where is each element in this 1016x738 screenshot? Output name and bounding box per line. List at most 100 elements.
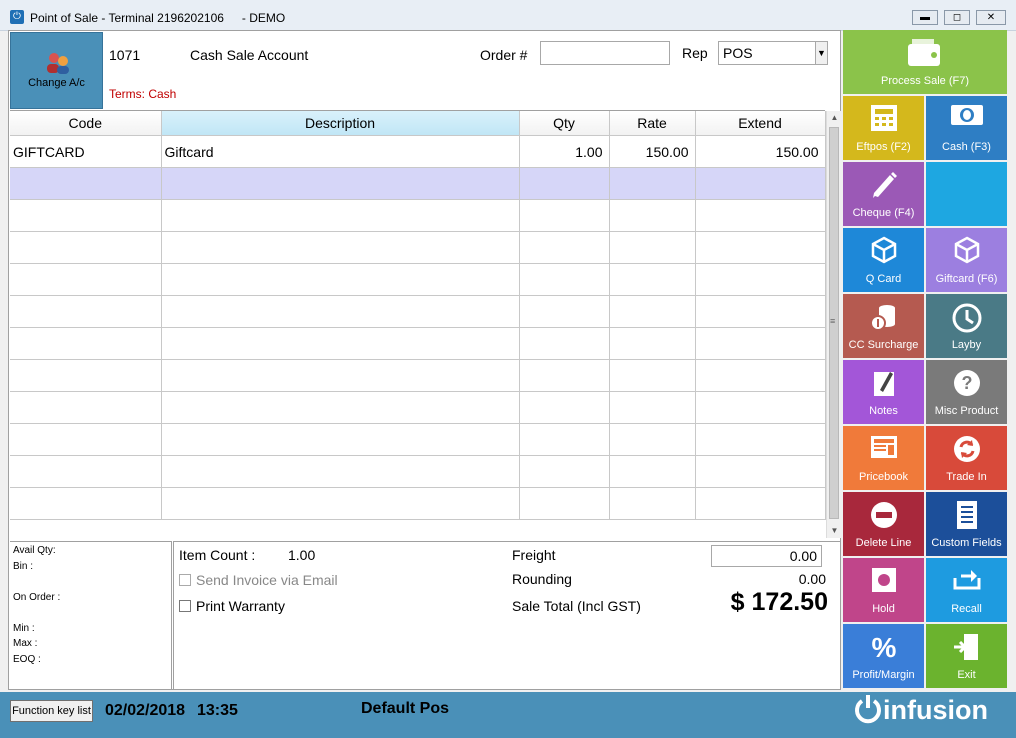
rep-select[interactable]: POS ▼ (718, 41, 828, 65)
cell[interactable] (10, 263, 162, 296)
cell[interactable] (609, 359, 696, 392)
table-row[interactable] (10, 199, 826, 232)
cell[interactable] (695, 423, 826, 456)
cell[interactable] (519, 359, 610, 392)
chevron-down-icon[interactable]: ▼ (815, 42, 827, 64)
cell-rate[interactable] (609, 167, 696, 200)
custom-fields-button[interactable]: Custom Fields (926, 492, 1007, 556)
cash-button[interactable]: Cash (F3) (926, 96, 1007, 160)
pricebook-button[interactable]: Pricebook (843, 426, 924, 490)
cell[interactable] (161, 295, 520, 328)
cell[interactable] (609, 199, 696, 232)
cell-rate[interactable]: 150.00 (609, 135, 696, 168)
cell[interactable] (161, 199, 520, 232)
profit-margin-button[interactable]: % Profit/Margin (843, 624, 924, 688)
cell[interactable] (10, 359, 162, 392)
recall-button[interactable]: Recall (926, 558, 1007, 622)
function-key-list-button[interactable]: Function key list (10, 700, 93, 722)
table-row[interactable] (10, 231, 826, 264)
cheque-button[interactable]: Cheque (F4) (843, 162, 924, 226)
cell[interactable] (10, 231, 162, 264)
delete-line-button[interactable]: Delete Line (843, 492, 924, 556)
blank-button[interactable] (926, 162, 1007, 226)
table-row[interactable] (10, 487, 826, 520)
cell[interactable] (10, 327, 162, 360)
column-header-rate[interactable]: Rate (609, 111, 696, 136)
column-header-description[interactable]: Description (161, 111, 520, 136)
cell-description[interactable]: Giftcard (161, 135, 520, 168)
cell[interactable] (609, 327, 696, 360)
cell[interactable] (695, 231, 826, 264)
print-warranty-checkbox[interactable]: Print Warranty (179, 598, 285, 614)
cell[interactable] (161, 487, 520, 520)
minimize-button[interactable]: ▬ (912, 10, 938, 25)
cell[interactable] (519, 423, 610, 456)
table-row[interactable] (10, 391, 826, 424)
cell[interactable] (161, 359, 520, 392)
cell[interactable] (519, 231, 610, 264)
cell[interactable] (161, 327, 520, 360)
table-row[interactable] (10, 263, 826, 296)
eftpos-button[interactable]: Eftpos (F2) (843, 96, 924, 160)
cell[interactable] (161, 423, 520, 456)
cell-extend[interactable] (695, 167, 826, 200)
q-card-button[interactable]: Q Card (843, 228, 924, 292)
cell[interactable] (519, 327, 610, 360)
cc-surcharge-button[interactable]: CC Surcharge (843, 294, 924, 358)
cell[interactable] (695, 295, 826, 328)
cell[interactable] (609, 455, 696, 488)
cell[interactable] (10, 455, 162, 488)
cell[interactable] (10, 295, 162, 328)
order-number-input[interactable] (540, 41, 670, 65)
cell[interactable] (10, 487, 162, 520)
cell-code[interactable] (10, 167, 162, 200)
send-invoice-checkbox[interactable]: Send Invoice via Email (179, 572, 338, 588)
cell[interactable] (161, 231, 520, 264)
cell[interactable] (519, 263, 610, 296)
table-row[interactable] (10, 295, 826, 328)
cell-code[interactable]: GIFTCARD (10, 135, 162, 168)
giftcard-button[interactable]: Giftcard (F6) (926, 228, 1007, 292)
cell[interactable] (10, 391, 162, 424)
column-header-extend[interactable]: Extend (695, 111, 826, 136)
cell[interactable] (609, 295, 696, 328)
table-row[interactable] (10, 423, 826, 456)
cell[interactable] (519, 199, 610, 232)
cell[interactable] (609, 423, 696, 456)
table-row[interactable] (10, 455, 826, 488)
trade-in-button[interactable]: Trade In (926, 426, 1007, 490)
cell[interactable] (609, 391, 696, 424)
exit-button[interactable]: Exit (926, 624, 1007, 688)
cell[interactable] (519, 455, 610, 488)
grid-scrollbar[interactable]: ▲ ≡ ▼ (826, 111, 842, 538)
table-row[interactable]: GIFTCARD Giftcard 1.00 150.00 150.00 (10, 135, 826, 168)
close-button[interactable]: ✕ (976, 10, 1006, 25)
cell[interactable] (695, 199, 826, 232)
cell[interactable] (161, 263, 520, 296)
misc-product-button[interactable]: ? Misc Product (926, 360, 1007, 424)
cell[interactable] (519, 487, 610, 520)
freight-input[interactable]: 0.00 (711, 545, 822, 567)
cell[interactable] (695, 455, 826, 488)
hold-button[interactable]: Hold (843, 558, 924, 622)
cell[interactable] (695, 359, 826, 392)
change-account-button[interactable]: Change A/c (10, 32, 103, 109)
cell-qty[interactable]: 1.00 (519, 135, 610, 168)
cell-extend[interactable]: 150.00 (695, 135, 826, 168)
checkbox-icon[interactable] (179, 574, 191, 586)
maximize-button[interactable]: ◻ (944, 10, 970, 25)
cell[interactable] (695, 487, 826, 520)
cell[interactable] (609, 263, 696, 296)
process-sale-button[interactable]: Process Sale (F7) (843, 30, 1007, 94)
table-row[interactable] (10, 359, 826, 392)
checkbox-icon[interactable] (179, 600, 191, 612)
cell[interactable] (10, 199, 162, 232)
cell[interactable] (695, 327, 826, 360)
notes-button[interactable]: Notes (843, 360, 924, 424)
cell-qty[interactable] (519, 167, 610, 200)
column-header-qty[interactable]: Qty (519, 111, 610, 136)
scroll-up-icon[interactable]: ▲ (827, 111, 842, 125)
cell[interactable] (519, 391, 610, 424)
cell[interactable] (519, 295, 610, 328)
layby-button[interactable]: Layby (926, 294, 1007, 358)
